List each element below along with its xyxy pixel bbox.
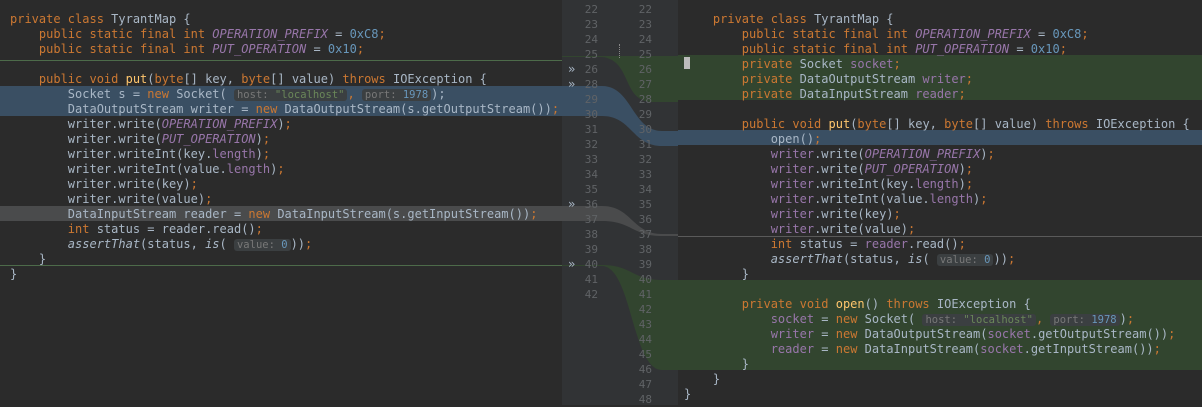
apply-change-icon[interactable]: » — [568, 62, 575, 77]
fold-indicator — [619, 44, 622, 58]
right-line-number: 45 — [638, 348, 652, 361]
right-line-number: 37 — [638, 228, 652, 241]
right-line-number: 23 — [638, 18, 652, 31]
parameter-hint: port: 1978 — [361, 89, 432, 101]
left-line-number: 34 — [584, 168, 598, 181]
right-line-number: 27 — [638, 78, 652, 91]
right-line-number: 24 — [638, 33, 652, 46]
right-line-number: 25 — [638, 48, 652, 61]
right-line-number: 31 — [638, 138, 652, 151]
left-line-number: 22 — [584, 3, 598, 16]
parameter-hint: value: 0 — [233, 239, 291, 251]
right-line-number: 29 — [638, 108, 652, 121]
left-editor-pane[interactable]: private class TyrantMap { public static … — [0, 0, 562, 405]
left-line-number: 32 — [584, 138, 598, 151]
left-line-number: 38 — [584, 228, 598, 241]
parameter-hint: port: 1978 — [1050, 314, 1120, 326]
right-line-number: 22 — [638, 3, 652, 16]
left-line-number: 23 — [584, 18, 598, 31]
right-line-number: 42 — [638, 303, 652, 316]
diff-viewer: private class TyrantMap { public static … — [0, 0, 1202, 406]
right-line-number: 47 — [638, 378, 652, 391]
insert-marker-left — [0, 265, 562, 266]
left-line-number: 40 — [584, 258, 598, 271]
right-line-number: 38 — [638, 243, 652, 256]
left-line-number: 39 — [584, 243, 598, 256]
left-line-number: 35 — [584, 183, 598, 196]
apply-change-icon[interactable]: » — [568, 197, 575, 212]
insert-marker-left — [0, 60, 562, 61]
right-line-number: 30 — [638, 123, 652, 136]
left-line-number: 29 — [584, 93, 598, 106]
apply-change-icon[interactable]: » — [568, 257, 575, 272]
left-line-number: 31 — [584, 123, 598, 136]
left-line-number: 26 — [584, 63, 598, 76]
left-line-number: 25 — [584, 48, 598, 61]
left-line-number: 37 — [584, 213, 598, 226]
right-line-number: 41 — [638, 288, 652, 301]
right-line-number: 36 — [638, 213, 652, 226]
right-line-number: 32 — [638, 153, 652, 166]
right-line-number: 26 — [638, 63, 652, 76]
left-line-number: 30 — [584, 108, 598, 121]
left-line-number: 42 — [584, 288, 598, 301]
left-line-number: 36 — [584, 198, 598, 211]
left-line-number: 33 — [584, 153, 598, 166]
right-editor-pane[interactable]: private class TyrantMap { public static … — [678, 0, 1202, 405]
parameter-hint: host: "localhost" — [922, 314, 1036, 326]
right-line-number: 43 — [638, 318, 652, 331]
parameter-hint: host: "localhost" — [233, 89, 348, 101]
text-cursor — [684, 57, 690, 69]
left-line-number: 41 — [584, 273, 598, 286]
right-line-number: 34 — [638, 183, 652, 196]
right-line-number: 39 — [638, 258, 652, 271]
apply-change-icon[interactable]: » — [568, 77, 575, 92]
right-line-number: 40 — [638, 273, 652, 286]
left-line-number: 24 — [584, 33, 598, 46]
left-line-number: 28 — [584, 78, 598, 91]
right-line-number: 46 — [638, 363, 652, 376]
right-line-number: 44 — [638, 333, 652, 346]
right-line-number: 33 — [638, 168, 652, 181]
right-line-number: 35 — [638, 198, 652, 211]
right-line-number: 28 — [638, 93, 652, 106]
parameter-hint: value: 0 — [936, 254, 994, 266]
